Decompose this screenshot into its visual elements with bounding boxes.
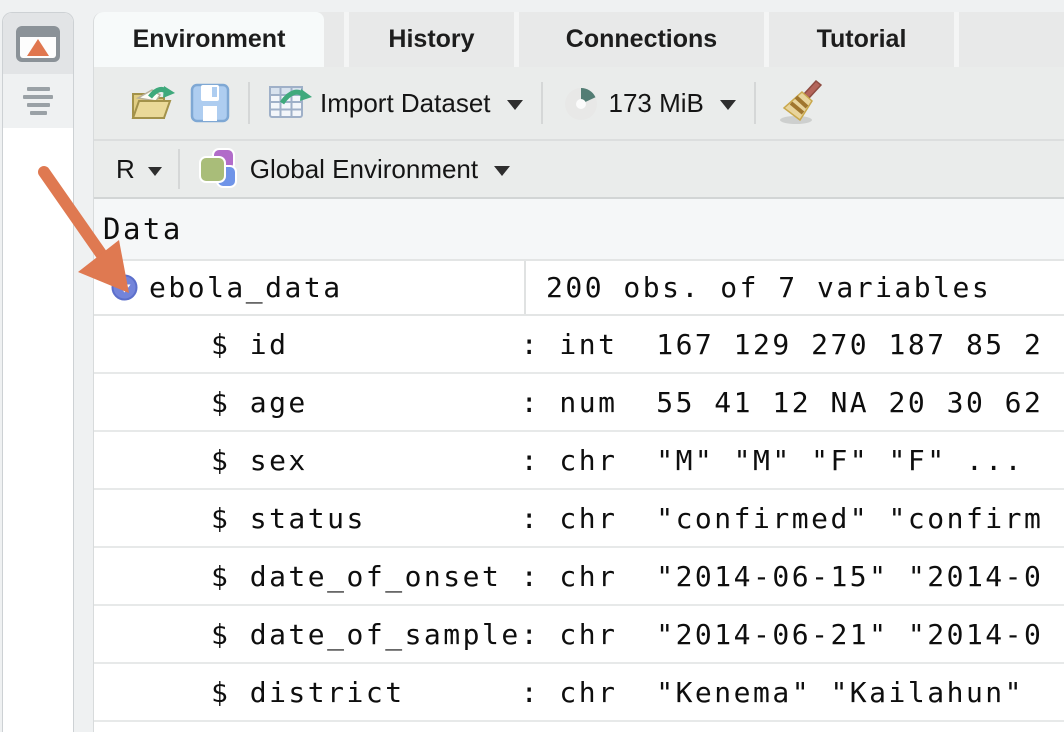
save-workspace-button[interactable] — [190, 83, 230, 123]
chevron-down-icon — [494, 166, 510, 176]
variable-row-date-of-sample: $ date_of_sample: chr "2014-06-21" "2014… — [94, 606, 1064, 664]
variable-name: $ status — [211, 502, 521, 535]
orange-triangle-icon — [27, 39, 49, 56]
variable-row-district: $ district : chr "Kenema" "Kailahun" — [94, 664, 1064, 722]
variable-row-sex: $ sex : chr "M" "M" "F" "F" ... — [94, 432, 1064, 490]
global-environment-icon — [196, 147, 240, 191]
pane-switcher-top — [3, 13, 73, 128]
outline-pane-button[interactable] — [3, 74, 73, 128]
object-name-cell: ebola_data — [94, 261, 524, 314]
variable-summary: : chr "2014-06-15" "2014-0 — [521, 560, 1044, 593]
variable-name: $ district — [211, 676, 521, 709]
tab-environment[interactable]: Environment — [94, 12, 324, 67]
import-dataset-label: Import Dataset — [320, 88, 491, 119]
variable-name: $ date_of_sample — [211, 618, 521, 651]
memory-usage-label: 173 MiB — [609, 88, 704, 119]
pane-tabstrip: Environment History Connections Tutorial — [94, 12, 1064, 67]
toolbar-separator — [178, 149, 180, 189]
outline-lines-icon — [23, 87, 53, 115]
variable-row-age: $ age : num 55 41 12 NA 20 30 62 — [94, 374, 1064, 432]
import-table-icon — [268, 83, 312, 123]
object-name: ebola_data — [149, 271, 343, 304]
language-label: R — [116, 154, 135, 185]
tab-history-label: History — [388, 25, 474, 54]
toolbar-separator — [541, 82, 543, 124]
variable-summary: : chr "confirmed" "confirm — [521, 502, 1044, 535]
variable-summary: : chr "Kenema" "Kailahun" — [521, 676, 1044, 709]
chevron-down-icon — [720, 100, 736, 110]
load-workspace-button[interactable] — [130, 82, 176, 124]
environment-toolbar: Import Dataset 173 MiB — [94, 67, 1064, 141]
variable-name: $ age — [211, 386, 521, 419]
environment-pane: Environment History Connections Tutorial — [93, 12, 1064, 732]
tab-environment-label: Environment — [133, 25, 286, 54]
import-dataset-button[interactable]: Import Dataset — [268, 83, 523, 123]
toolbar-separator — [754, 82, 756, 124]
tabstrip-spacer — [324, 12, 344, 67]
object-row-ebola-data[interactable]: ebola_data 200 obs. of 7 variables — [94, 261, 1064, 316]
variable-summary: : int 167 129 270 187 85 2 — [521, 328, 1044, 361]
variable-name: $ date_of_onset — [211, 560, 521, 593]
language-select-button[interactable]: R — [116, 154, 162, 185]
tab-connections[interactable]: Connections — [519, 12, 764, 67]
variable-summary: : chr "2014-06-21" "2014-0 — [521, 618, 1044, 651]
variable-name: $ id — [211, 328, 521, 361]
pane-switcher-sidebar — [2, 12, 74, 732]
expand-toggle-icon[interactable] — [111, 274, 138, 301]
data-section-header: Data — [94, 199, 1064, 261]
broom-icon — [774, 80, 822, 126]
memory-pie-icon — [561, 83, 601, 123]
plot-pane-button[interactable] — [3, 13, 73, 74]
plot-window-icon — [16, 26, 60, 62]
chevron-down-icon — [148, 167, 162, 176]
environment-name-label: Global Environment — [250, 154, 478, 185]
tab-tutorial[interactable]: Tutorial — [769, 12, 954, 67]
toolbar-separator — [248, 82, 250, 124]
object-summary-cell: 200 obs. of 7 variables — [524, 261, 1064, 314]
variable-summary: : num 55 41 12 NA 20 30 62 — [521, 386, 1044, 419]
variable-row-status: $ status : chr "confirmed" "confirm — [94, 490, 1064, 548]
object-summary: 200 obs. of 7 variables — [546, 271, 991, 304]
tabstrip-filler — [959, 12, 1064, 67]
variable-row-id: $ id : int 167 129 270 187 85 2 — [94, 316, 1064, 374]
save-icon — [190, 83, 230, 123]
tab-tutorial-label: Tutorial — [817, 25, 907, 54]
data-section-label: Data — [103, 212, 183, 246]
clear-objects-button[interactable] — [774, 80, 822, 126]
environment-select-button[interactable]: Global Environment — [196, 147, 510, 191]
open-folder-icon — [130, 82, 176, 124]
tab-history[interactable]: History — [349, 12, 514, 67]
environment-selector-bar: R Global Environment — [94, 141, 1064, 199]
tab-connections-label: Connections — [566, 25, 717, 54]
variable-name: $ sex — [211, 444, 521, 477]
memory-usage-button[interactable]: 173 MiB — [561, 83, 736, 123]
variable-row-date-of-onset: $ date_of_onset : chr "2014-06-15" "2014… — [94, 548, 1064, 606]
chevron-down-icon — [507, 100, 523, 110]
variable-summary: : chr "M" "M" "F" "F" ... — [521, 444, 1024, 477]
